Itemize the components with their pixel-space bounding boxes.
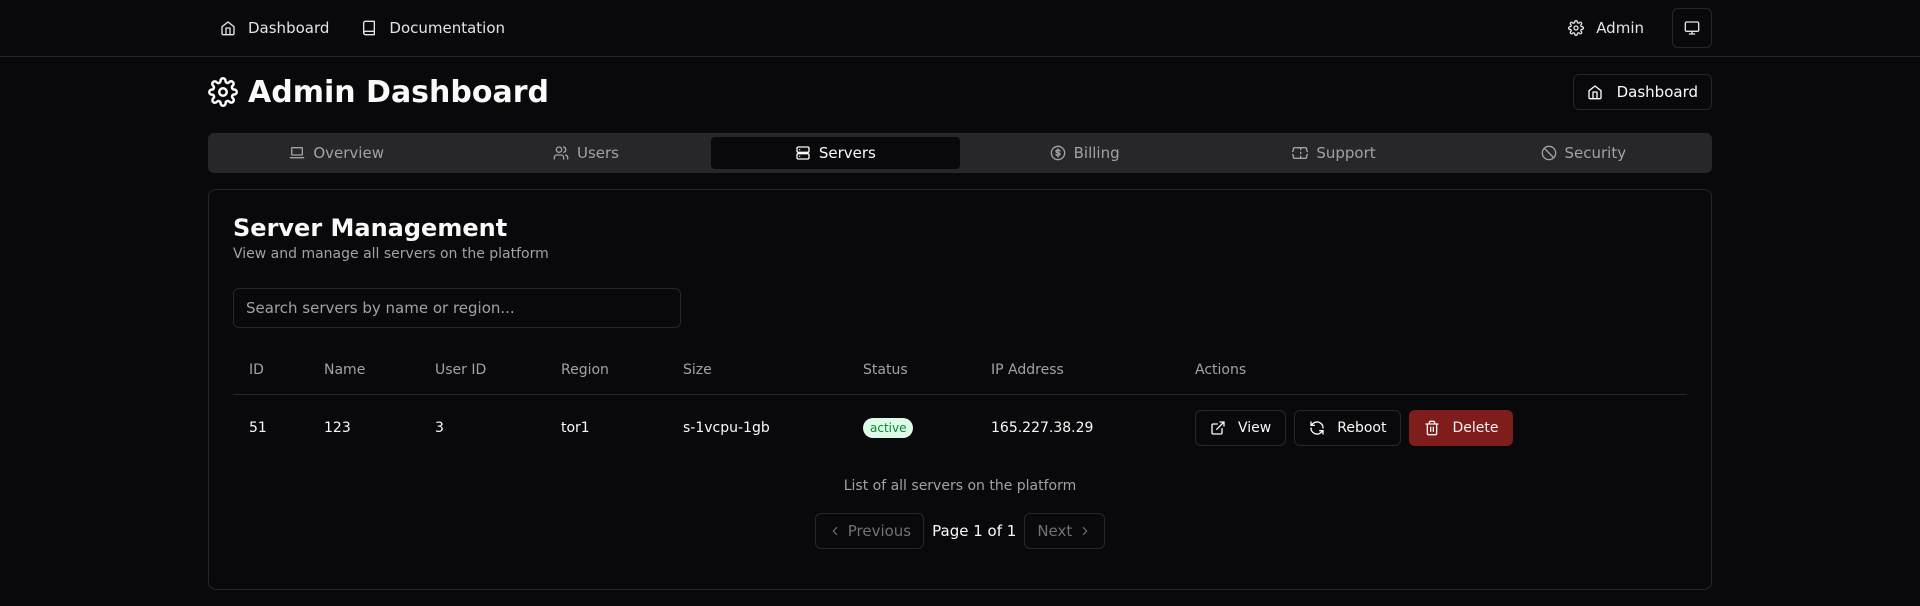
column-header: Actions <box>1179 346 1687 395</box>
column-header: Status <box>847 346 975 395</box>
cell-region: tor1 <box>561 420 590 437</box>
column-header: Name <box>308 346 419 395</box>
top-navigation: Dashboard Documentation Admin <box>0 0 1920 57</box>
next-label: Next <box>1037 522 1073 540</box>
server-icon <box>795 145 811 161</box>
tab-security[interactable]: Security <box>1459 137 1708 169</box>
nav-dashboard-link[interactable]: Dashboard <box>208 10 341 46</box>
tab-security-label: Security <box>1564 144 1627 162</box>
table-header-row: ID Name User ID Region Size Status IP Ad… <box>233 346 1687 395</box>
nav-documentation-link[interactable]: Documentation <box>349 10 517 46</box>
tab-list: Overview Users Servers Billing Support S… <box>208 133 1712 173</box>
column-header: Size <box>667 346 847 395</box>
tab-overview[interactable]: Overview <box>212 137 461 169</box>
delete-button-label: Delete <box>1452 420 1499 437</box>
cell-user-id: 3 <box>435 420 444 437</box>
cell-status: active <box>847 394 975 462</box>
tab-overview-label: Overview <box>313 144 384 162</box>
card-title: Server Management <box>233 214 508 242</box>
page-header: Admin Dashboard Dashboard <box>208 72 1712 112</box>
reboot-button-label: Reboot <box>1337 420 1387 437</box>
ticket-icon <box>1292 145 1309 161</box>
ban-icon <box>1541 145 1557 161</box>
page-title: Admin Dashboard <box>208 75 549 110</box>
chevron-left-icon <box>828 524 842 538</box>
tab-users-label: Users <box>576 144 619 162</box>
previous-page-button[interactable]: Previous <box>814 513 925 549</box>
nav-admin-link[interactable]: Admin <box>1556 10 1656 46</box>
card-description: View and manage all servers on the platf… <box>233 246 549 262</box>
chevron-right-icon <box>1078 524 1092 538</box>
tab-billing-label: Billing <box>1073 144 1120 162</box>
cell-ip-address: 165.227.38.29 <box>991 420 1094 437</box>
reboot-button[interactable]: Reboot <box>1294 410 1402 447</box>
dashboard-button[interactable]: Dashboard <box>1572 74 1712 110</box>
servers-table: ID Name User ID Region Size Status IP Ad… <box>233 346 1687 462</box>
tab-users[interactable]: Users <box>461 137 710 169</box>
delete-button[interactable]: Delete <box>1409 410 1514 447</box>
nav-dashboard-label: Dashboard <box>248 19 330 37</box>
status-badge: active <box>863 418 914 439</box>
cell-name: 123 <box>324 420 351 437</box>
tab-billing[interactable]: Billing <box>960 137 1209 169</box>
home-icon <box>1587 84 1603 100</box>
cell-actions: View Reboot Delete <box>1179 394 1687 462</box>
theme-toggle-button[interactable] <box>1672 8 1712 48</box>
server-management-card: Server Management View and manage all se… <box>208 189 1712 590</box>
home-icon <box>220 20 236 36</box>
dollar-circle-icon <box>1050 145 1066 161</box>
trash-icon <box>1424 420 1440 436</box>
table-caption: List of all servers on the platform <box>843 478 1077 494</box>
view-button[interactable]: View <box>1195 410 1287 447</box>
tab-support-label: Support <box>1316 144 1376 162</box>
gear-icon <box>208 77 238 107</box>
refresh-icon <box>1309 420 1325 436</box>
previous-label: Previous <box>847 522 912 540</box>
page-info: Page 1 of 1 <box>932 522 1017 540</box>
column-header: Region <box>545 346 667 395</box>
next-page-button[interactable]: Next <box>1024 513 1106 549</box>
tab-servers-label: Servers <box>818 144 876 162</box>
view-button-label: View <box>1238 420 1272 437</box>
table-row: 51 123 3 tor1 s-1vcpu-1gb active 165.227… <box>233 394 1687 462</box>
page-title-text: Admin Dashboard <box>248 74 549 110</box>
monitor-icon <box>1684 20 1700 36</box>
laptop-icon <box>289 145 305 161</box>
search-input[interactable] <box>233 288 681 328</box>
cell-id: 51 <box>249 420 267 437</box>
tab-servers[interactable]: Servers <box>710 137 960 169</box>
external-link-icon <box>1210 420 1226 436</box>
pagination: Previous Page 1 of 1 Next <box>209 513 1711 549</box>
tab-support[interactable]: Support <box>1209 137 1458 169</box>
column-header: IP Address <box>975 346 1179 395</box>
column-header: User ID <box>419 346 545 395</box>
nav-admin-label: Admin <box>1596 19 1644 37</box>
nav-documentation-label: Documentation <box>389 19 506 37</box>
users-icon <box>553 145 569 161</box>
cell-size: s-1vcpu-1gb <box>683 420 770 437</box>
column-header: ID <box>233 346 308 395</box>
dashboard-button-label: Dashboard <box>1616 83 1698 101</box>
gear-icon <box>1568 20 1585 36</box>
book-icon <box>361 20 377 36</box>
